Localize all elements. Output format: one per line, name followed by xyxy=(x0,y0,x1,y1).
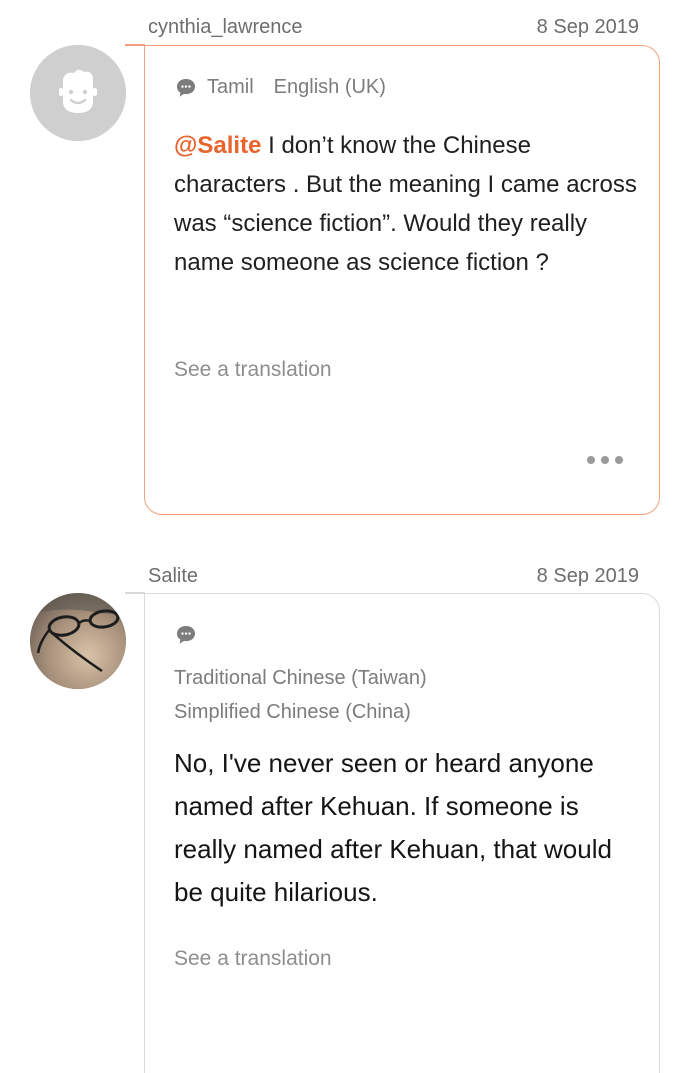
chat-bubble-icon xyxy=(175,77,197,99)
language-label: Simplified Chinese (China) xyxy=(174,701,411,723)
dot xyxy=(615,456,623,464)
language-row: Tamil English (UK) xyxy=(175,76,396,99)
answer-text: @Salite I don’t know the Chinese charact… xyxy=(174,126,639,282)
bubble-tail xyxy=(125,44,145,46)
user-avatar[interactable] xyxy=(30,45,126,141)
question-answer-thread: cynthia_lawrence 8 Sep 2019 Tamil Englis… xyxy=(0,0,691,1073)
user-avatar[interactable] xyxy=(30,593,126,689)
answer-bubble: Traditional Chinese (Taiwan) Simplified … xyxy=(125,592,660,1073)
post-date: 8 Sep 2019 xyxy=(536,565,639,587)
language-icon-wrap xyxy=(175,624,197,651)
chat-bubble-icon xyxy=(175,624,197,646)
language-list: Traditional Chinese (Taiwan) Simplified … xyxy=(174,661,427,729)
more-dots-icon[interactable] xyxy=(587,456,623,464)
see-translation-link[interactable]: See a translation xyxy=(174,358,332,382)
dot xyxy=(601,456,609,464)
default-face-avatar-icon xyxy=(30,45,126,141)
post-username[interactable]: Salite xyxy=(148,565,198,588)
language-label: English (UK) xyxy=(273,76,386,98)
answer-post: Salite 8 Sep 2019 Traditional Chinese (T… xyxy=(0,548,691,1073)
glasses-photo-avatar-icon xyxy=(30,593,126,689)
post-username[interactable]: cynthia_lawrence xyxy=(148,16,303,39)
bubble-tail xyxy=(125,592,145,594)
answer-post: cynthia_lawrence 8 Sep 2019 Tamil Englis… xyxy=(0,0,691,540)
user-mention[interactable]: @Salite xyxy=(174,132,261,159)
dot xyxy=(587,456,595,464)
see-translation-link[interactable]: See a translation xyxy=(174,947,332,971)
language-label: Tamil xyxy=(207,76,254,98)
answer-bubble: Tamil English (UK) @Salite I don’t know … xyxy=(125,44,660,515)
post-date: 8 Sep 2019 xyxy=(536,16,639,38)
language-label: Traditional Chinese (Taiwan) xyxy=(174,667,427,689)
answer-text: No, I've never seen or heard anyone name… xyxy=(174,748,612,907)
